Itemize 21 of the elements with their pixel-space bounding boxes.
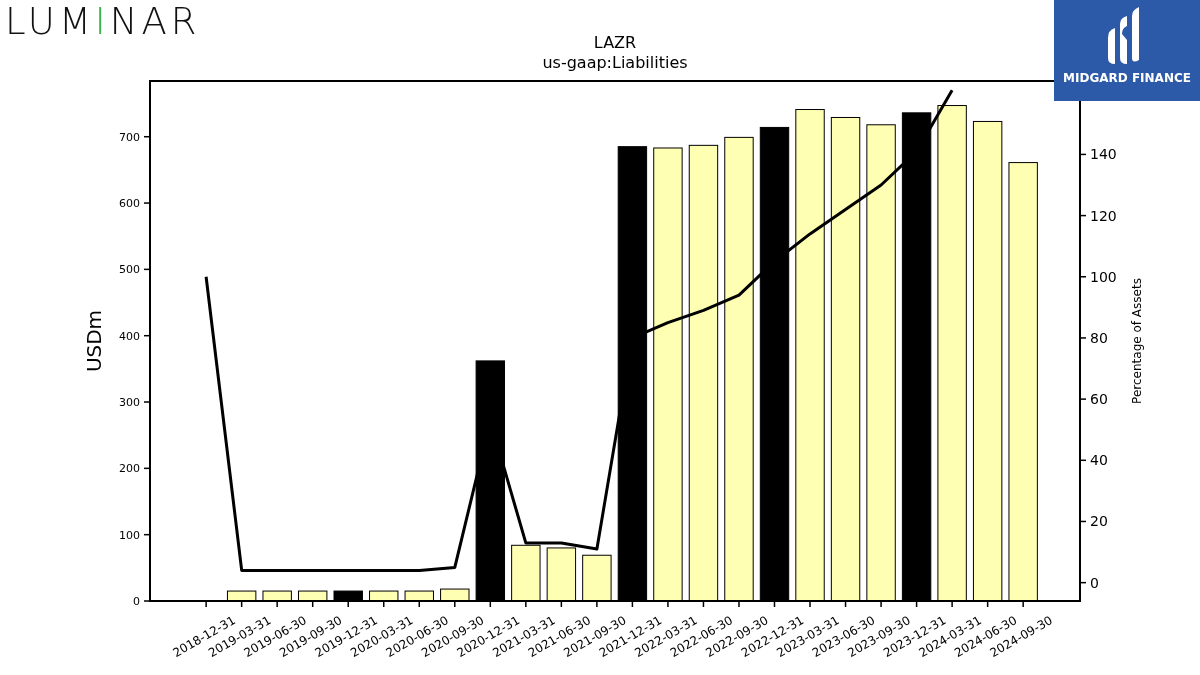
- y-tick-label: 700: [119, 130, 140, 144]
- chart-title: LAZR: [593, 33, 637, 52]
- y2-axis-title: Percentage of Assets: [1130, 278, 1144, 404]
- y-tick-label: 300: [119, 396, 140, 409]
- y2-tick-label: 0: [1090, 574, 1099, 591]
- y2-tick-label: 80: [1090, 329, 1108, 346]
- y-tick-label: 0: [133, 595, 140, 608]
- y-tick-label: 600: [119, 197, 140, 211]
- y2-tick-label: 120: [1090, 207, 1117, 224]
- chart-subtitle: us-gaap:Liabilities: [542, 53, 688, 72]
- y2-tick-label: 100: [1090, 268, 1117, 285]
- y-axis-title: USDm: [82, 309, 106, 373]
- y-tick-label: 200: [119, 462, 140, 476]
- y-tick-label: 500: [119, 263, 140, 277]
- y-tick-label: 100: [119, 528, 140, 542]
- y2-tick-label: 60: [1090, 391, 1108, 408]
- y2-tick-label: 40: [1090, 452, 1108, 469]
- y2-tick-label: 20: [1090, 513, 1108, 530]
- y-tick-label: 400: [119, 329, 140, 343]
- y2-tick-label: 140: [1090, 146, 1117, 163]
- brand-name: MIDGARD FINANCE: [1063, 71, 1191, 85]
